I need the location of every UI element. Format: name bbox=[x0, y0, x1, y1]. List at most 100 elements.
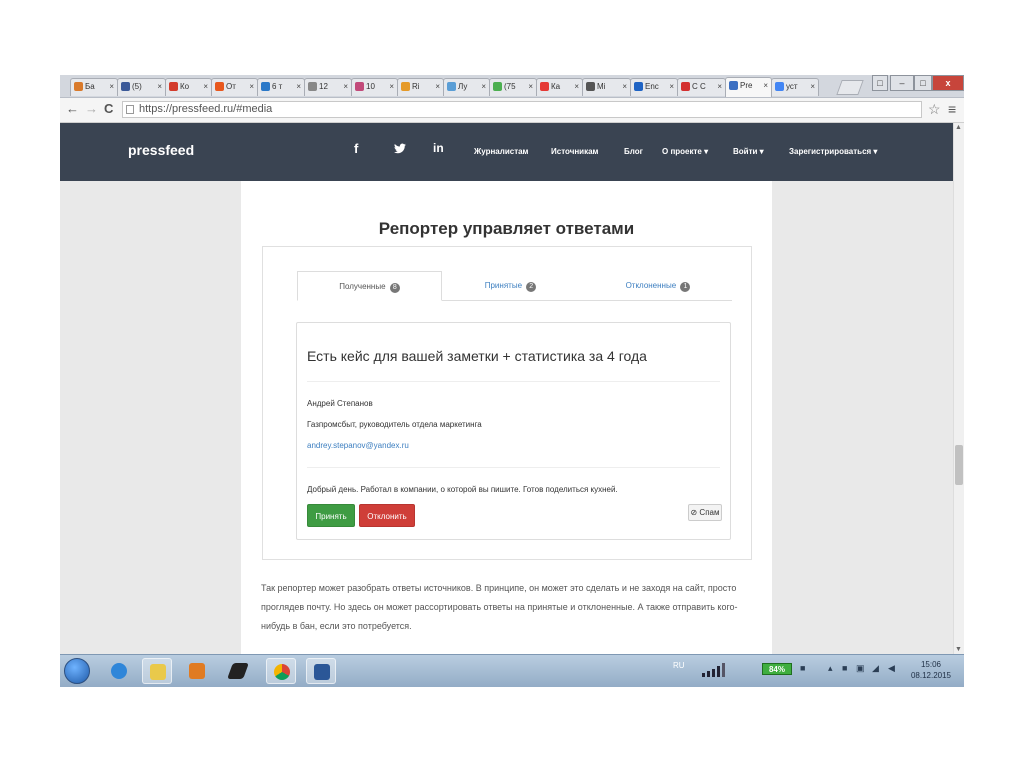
tab-close-icon[interactable]: × bbox=[622, 82, 627, 91]
flag-icon[interactable]: ■ bbox=[842, 663, 847, 673]
page-scrollbar[interactable]: ▲ ▼ bbox=[953, 123, 964, 654]
browser-tab[interactable]: Лу × bbox=[443, 78, 490, 96]
tab-accepted[interactable]: Принятые 2 bbox=[443, 271, 578, 301]
back-button[interactable]: ← bbox=[66, 102, 79, 116]
browser-tab-label: Ка bbox=[551, 82, 561, 91]
tab-close-icon[interactable]: × bbox=[157, 82, 162, 91]
tab-rejected[interactable]: Отклоненные 1 bbox=[583, 271, 733, 301]
browser-tab[interactable]: Mi × bbox=[582, 78, 631, 96]
window-minimize-button[interactable]: – bbox=[890, 75, 914, 91]
window-close-button[interactable]: x bbox=[932, 75, 964, 91]
browser-tab[interactable]: 12 × bbox=[304, 78, 352, 96]
reload-button[interactable]: C bbox=[104, 102, 113, 116]
signal-bars-icon[interactable]: ◢ bbox=[872, 663, 879, 674]
bookmark-star-icon[interactable]: ☆ bbox=[928, 101, 941, 118]
browser-tab-label: Enc bbox=[645, 82, 659, 91]
browser-tab[interactable]: Ко × bbox=[165, 78, 212, 96]
tab-close-icon[interactable]: × bbox=[669, 82, 674, 91]
tab-close-icon[interactable]: × bbox=[528, 82, 533, 91]
media-player-icon[interactable] bbox=[182, 658, 212, 684]
file-explorer-icon[interactable] bbox=[142, 658, 172, 684]
volume-icon[interactable]: ◀ bbox=[888, 663, 895, 674]
nav-journalists[interactable]: Журналистам bbox=[474, 147, 528, 156]
menu-icon[interactable]: ≡ bbox=[948, 101, 956, 117]
tab-close-icon[interactable]: × bbox=[249, 82, 254, 91]
browser-tab[interactable]: C C × bbox=[677, 78, 726, 96]
tab-close-icon[interactable]: × bbox=[109, 82, 114, 91]
window-restore-button[interactable]: □ bbox=[872, 75, 888, 91]
network-signal-icon[interactable] bbox=[700, 663, 728, 677]
start-button[interactable] bbox=[64, 658, 90, 684]
browser-tab[interactable]: уст × bbox=[771, 78, 819, 96]
scroll-down-arrow-icon[interactable]: ▼ bbox=[955, 646, 962, 653]
browser-tab-label: C C bbox=[692, 82, 706, 91]
answer-message: Добрый день. Работал в компании, о котор… bbox=[307, 485, 618, 494]
accept-button[interactable]: Принять bbox=[307, 504, 355, 527]
app-icon[interactable] bbox=[223, 658, 253, 684]
nav-login-dropdown[interactable]: Войти ▾ bbox=[733, 147, 764, 156]
new-tab-button[interactable] bbox=[836, 80, 864, 95]
system-clock[interactable]: 15:06 08.12.2015 bbox=[906, 659, 956, 681]
show-hidden-icons-icon[interactable]: ▴ bbox=[828, 663, 833, 674]
tab-close-icon[interactable]: × bbox=[810, 82, 815, 91]
tab-close-icon[interactable]: × bbox=[296, 82, 301, 91]
answer-author-email-link[interactable]: andrey.stepanov@yandex.ru bbox=[307, 441, 409, 450]
tab-rejected-label: Отклоненные bbox=[625, 281, 677, 290]
browser-tab-label: (5) bbox=[132, 82, 142, 91]
tab-favicon-icon bbox=[447, 82, 456, 91]
browser-tab[interactable]: Ri × bbox=[397, 78, 444, 96]
tab-favicon-icon bbox=[261, 82, 270, 91]
browser-tab[interactable]: Ба × bbox=[70, 78, 118, 96]
nav-register-dropdown[interactable]: Зарегистрироваться ▾ bbox=[789, 147, 877, 156]
tab-close-icon[interactable]: × bbox=[574, 82, 579, 91]
clock-time: 15:06 bbox=[920, 660, 942, 669]
word-icon[interactable] bbox=[306, 658, 336, 684]
browser-tab[interactable]: Enc × bbox=[630, 78, 678, 96]
facebook-icon[interactable]: f bbox=[354, 141, 358, 156]
nav-sources[interactable]: Источникам bbox=[551, 147, 598, 156]
nav-blog[interactable]: Блог bbox=[624, 147, 643, 156]
windows-taskbar: RU 84% ■ ▴ ■ ▣ ◢ ◀ 15:06 08.12.2015 bbox=[60, 654, 964, 687]
browser-tab-label: Ко bbox=[180, 82, 190, 91]
window-maximize-button[interactable]: □ bbox=[914, 75, 932, 91]
browser-tab[interactable]: (5) × bbox=[117, 78, 166, 96]
browser-tab-label: (75 bbox=[504, 82, 516, 91]
browser-tab[interactable]: Ка × bbox=[536, 78, 583, 96]
tab-close-icon[interactable]: × bbox=[717, 82, 722, 91]
site-header: pressfeed f in Журналистам Источникам Бл… bbox=[60, 123, 953, 181]
tab-close-icon[interactable]: × bbox=[481, 82, 486, 91]
forward-button[interactable]: → bbox=[85, 102, 98, 116]
nav-about-dropdown[interactable]: О проекте ▾ bbox=[662, 147, 708, 156]
tab-close-icon[interactable]: × bbox=[763, 81, 768, 90]
browser-tab[interactable]: (75 × bbox=[489, 78, 537, 96]
network-icon[interactable]: ▣ bbox=[856, 663, 865, 674]
twitter-icon[interactable] bbox=[394, 143, 406, 157]
linkedin-icon[interactable]: in bbox=[433, 141, 444, 155]
language-indicator[interactable]: RU bbox=[673, 661, 685, 670]
internet-explorer-icon[interactable] bbox=[104, 658, 134, 684]
reject-button[interactable]: Отклонить bbox=[359, 504, 415, 527]
browser-tab-label: 6 т bbox=[272, 82, 283, 91]
description-paragraph: Так репортер может разобрать ответы исто… bbox=[261, 583, 738, 631]
url-text: https://pressfeed.ru/#media bbox=[139, 103, 273, 115]
tab-close-icon[interactable]: × bbox=[389, 82, 394, 91]
site-logo[interactable]: pressfeed bbox=[128, 142, 194, 158]
chrome-icon[interactable] bbox=[266, 658, 296, 684]
page-icon bbox=[126, 105, 134, 114]
scroll-up-arrow-icon[interactable]: ▲ bbox=[955, 124, 962, 131]
power-plug-icon[interactable]: ■ bbox=[800, 663, 805, 673]
browser-tab[interactable]: Pre × bbox=[725, 77, 772, 97]
page-viewport: pressfeed f in Журналистам Источникам Бл… bbox=[60, 123, 953, 654]
browser-tab[interactable]: 10 × bbox=[351, 78, 398, 96]
scrollbar-thumb[interactable] bbox=[955, 445, 963, 485]
spam-button[interactable]: ⊘ Спам bbox=[688, 504, 722, 521]
browser-tab[interactable]: 6 т × bbox=[257, 78, 305, 96]
tab-close-icon[interactable]: × bbox=[203, 82, 208, 91]
tab-close-icon[interactable]: × bbox=[435, 82, 440, 91]
tab-favicon-icon bbox=[681, 82, 690, 91]
browser-tab[interactable]: От × bbox=[211, 78, 258, 96]
url-input[interactable]: https://pressfeed.ru/#media bbox=[122, 101, 922, 118]
tab-received[interactable]: Полученные 8 bbox=[297, 271, 442, 301]
tab-close-icon[interactable]: × bbox=[343, 82, 348, 91]
battery-indicator[interactable]: 84% bbox=[762, 663, 792, 675]
